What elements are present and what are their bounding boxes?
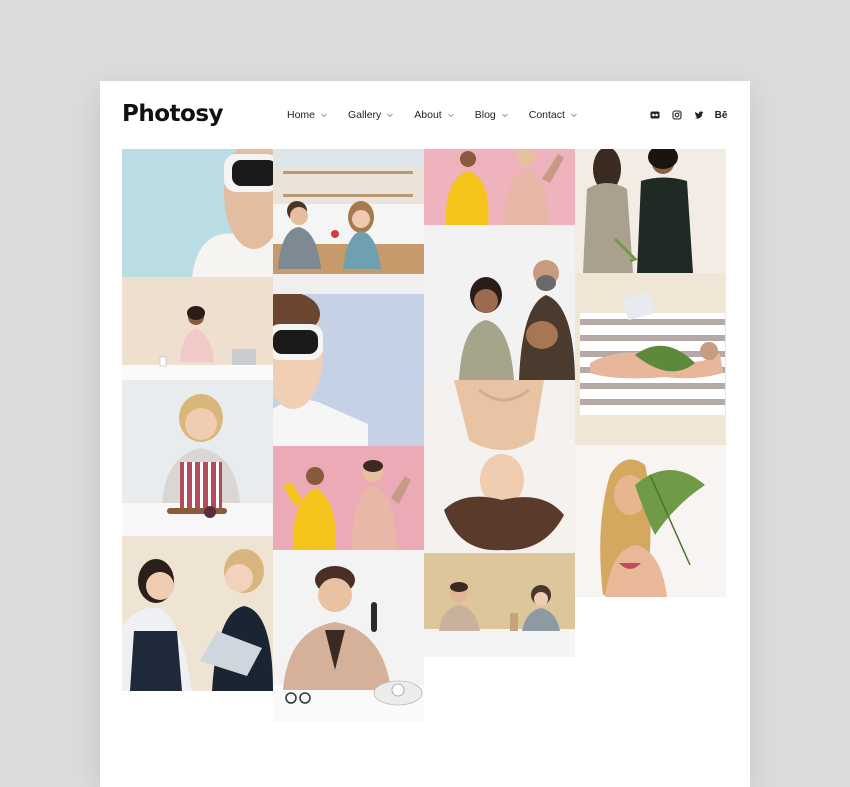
- nav-blog[interactable]: Blog: [475, 109, 509, 121]
- gallery-photo[interactable]: [122, 536, 273, 691]
- gallery-photo[interactable]: [424, 380, 575, 553]
- nav-contact-label: Contact: [528, 109, 565, 121]
- gallery-photo[interactable]: [273, 149, 424, 294]
- gallery-photo[interactable]: [122, 380, 273, 536]
- nav-blog-label: Blog: [474, 109, 496, 121]
- site-logo[interactable]: Photosy: [122, 101, 224, 127]
- flickr-icon[interactable]: [648, 109, 662, 121]
- goggles-man-image: [273, 294, 424, 446]
- gallery-photo[interactable]: [273, 294, 424, 446]
- beach-towel-image: [575, 273, 726, 445]
- woman-man-dog-image: [424, 225, 575, 380]
- two-women-folder-image: [122, 536, 273, 691]
- page-frame: Photosy Home Gallery About Blog Contact …: [100, 81, 750, 787]
- chevron-down-icon: [501, 113, 508, 118]
- gallery-photo[interactable]: [122, 149, 273, 277]
- gallery-photo[interactable]: [273, 446, 424, 550]
- yellow-pink-duo-image: [424, 149, 575, 225]
- chevron-down-icon: [387, 113, 394, 118]
- nav-about[interactable]: About: [414, 109, 454, 121]
- apron-woman-image: [122, 380, 273, 536]
- nav-home-label: Home: [287, 109, 316, 121]
- gallery-photo[interactable]: [575, 149, 726, 273]
- behance-icon[interactable]: Bē: [714, 109, 728, 121]
- woman-laptop-image: [122, 277, 273, 380]
- instagram-icon[interactable]: [670, 109, 684, 121]
- chevron-down-icon: [321, 113, 327, 118]
- twitter-icon[interactable]: [692, 109, 706, 121]
- chevron-down-icon: [447, 113, 454, 118]
- gallery-photo[interactable]: [424, 553, 575, 657]
- upside-down-woman-image: [424, 380, 575, 553]
- social-links: Bē: [640, 109, 728, 121]
- man-telephone-image: [273, 550, 424, 722]
- gallery-photo[interactable]: [122, 277, 273, 380]
- chevron-down-icon: [571, 113, 577, 118]
- goggles-portrait-image: [122, 149, 273, 277]
- gallery-photo[interactable]: [575, 445, 726, 597]
- nav-home[interactable]: Home: [287, 109, 328, 121]
- gallery-photo[interactable]: [575, 273, 726, 445]
- main-nav: Home Gallery About Blog Contact: [287, 109, 598, 121]
- nav-gallery-label: Gallery: [348, 109, 382, 121]
- two-women-coat-image: [575, 149, 726, 273]
- palm-leaf-woman-image: [575, 445, 726, 597]
- nav-about-label: About: [414, 109, 442, 121]
- gallery-photo[interactable]: [424, 225, 575, 380]
- nav-contact[interactable]: Contact: [529, 109, 578, 121]
- gallery-photo[interactable]: [424, 149, 575, 225]
- friends-yellow-pink-image: [273, 446, 424, 550]
- kitchen-couple-image: [273, 149, 424, 294]
- gallery-photo[interactable]: [273, 550, 424, 722]
- nav-gallery[interactable]: Gallery: [348, 109, 394, 121]
- beige-desk-duo-image: [424, 553, 575, 657]
